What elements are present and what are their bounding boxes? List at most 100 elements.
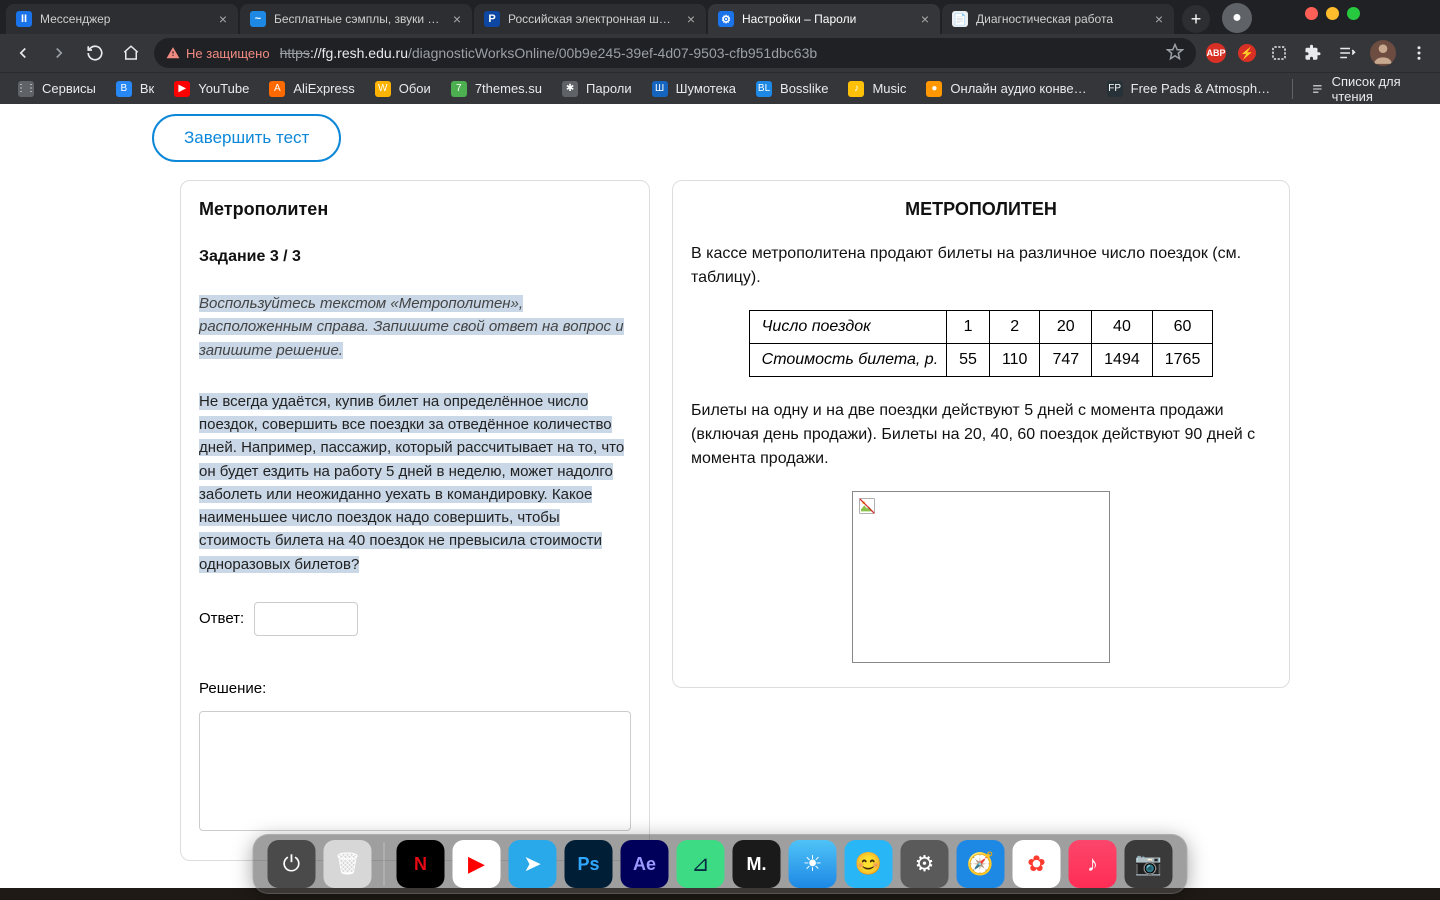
dock-finder-icon[interactable]: 😊	[845, 840, 893, 888]
tab-close-icon[interactable]: ×	[216, 12, 230, 26]
bookmark-favicon: A	[269, 81, 285, 97]
close-window-button[interactable]	[1305, 7, 1318, 20]
bookmark-label: 7themes.su	[475, 81, 542, 96]
maximize-window-button[interactable]	[1347, 7, 1360, 20]
bookmark-label: AliExpress	[293, 81, 354, 96]
solution-label: Решение:	[199, 680, 631, 697]
bookmark-favicon: ●	[926, 81, 942, 97]
reload-button[interactable]	[82, 40, 108, 66]
tab-close-icon[interactable]: ×	[684, 12, 698, 26]
back-button[interactable]	[10, 40, 36, 66]
extensions-puzzle-icon[interactable]	[1302, 42, 1324, 64]
chrome-menu-icon[interactable]	[1408, 42, 1430, 64]
home-button[interactable]	[118, 40, 144, 66]
reference-heading: МЕТРОПОЛИТЕН	[691, 199, 1271, 220]
browser-tab[interactable]: ⚙Настройки – Пароли×	[708, 4, 940, 34]
bookmark-favicon: В	[116, 81, 132, 97]
bookmark-item[interactable]: ВВк	[108, 77, 162, 101]
new-tab-button[interactable]: +	[1182, 5, 1210, 33]
not-secure-label: Не защищено	[186, 46, 270, 61]
dock-safari-icon[interactable]: 🧭	[957, 840, 1005, 888]
dock-telegram-icon[interactable]: ➤	[509, 840, 557, 888]
task-body: Не всегда удаётся, купив билет на опреде…	[199, 390, 631, 576]
bookmark-label: Free Pads & Atmosph…	[1131, 81, 1270, 96]
dock-photoshop-icon[interactable]: Ps	[565, 840, 613, 888]
dock-music-icon[interactable]: ♪	[1069, 840, 1117, 888]
page-scroll[interactable]: Завершить тест Метрополитен Задание 3 / …	[0, 104, 1440, 888]
bookmark-item[interactable]: A AliExpress	[261, 77, 362, 101]
bookmark-item[interactable]: ♪Music	[840, 77, 914, 101]
solution-textarea[interactable]	[199, 711, 631, 831]
tab-favicon: ~	[250, 11, 266, 27]
dock-settings-icon[interactable]: ⚙	[901, 840, 949, 888]
dock-weather-icon[interactable]: ☀	[789, 840, 837, 888]
dock-aftereffects-icon[interactable]: Ae	[621, 840, 669, 888]
browser-tab[interactable]: РРоссийская электронная школа×	[474, 4, 706, 34]
bookmark-favicon: ✱	[562, 81, 578, 97]
reference-note: Билеты на одну и на две поездки действую…	[691, 399, 1271, 471]
bookmark-item[interactable]: 77themes.su	[443, 77, 550, 101]
bookmark-item[interactable]: ШШумотека	[644, 77, 744, 101]
page-content: Завершить тест Метрополитен Задание 3 / …	[0, 104, 1440, 900]
fare-table: Число поездок 1 2 20 40 60 Стоимость бил…	[749, 310, 1214, 377]
browser-tab[interactable]: ~ Бесплатные сэмплы, звуки и лупы ×	[240, 4, 472, 34]
tabstrip-account-button[interactable]: ●	[1222, 3, 1252, 33]
broken-image-placeholder	[852, 491, 1110, 663]
bookmark-label: Обои	[399, 81, 431, 96]
reading-list-button[interactable]: Список для чтения	[1303, 70, 1430, 108]
tab-favicon: 📄	[952, 11, 968, 27]
bookmark-favicon: FP	[1107, 81, 1123, 97]
media-control-icon[interactable]	[1336, 42, 1358, 64]
broken-image-icon	[859, 498, 875, 514]
bookmark-item[interactable]: ▶YouTube	[166, 77, 257, 101]
minimize-window-button[interactable]	[1326, 7, 1339, 20]
url-text: https://fg.resh.edu.ru/diagnosticWorksOn…	[280, 45, 1156, 61]
bookmark-label: Bosslike	[780, 81, 828, 96]
browser-tabstrip: IIМессенджер× ~ Бесплатные сэмплы, звуки и…	[0, 0, 1440, 34]
bookmark-item[interactable]: ⋮⋮Сервисы	[10, 77, 104, 101]
browser-tab[interactable]: IIМессенджер×	[6, 4, 238, 34]
bookmark-label: Music	[872, 81, 906, 96]
bookmark-favicon: W	[375, 81, 391, 97]
red-extension-icon[interactable]: ⚡	[1238, 44, 1256, 62]
bookmark-item[interactable]: ●Онлайн аудио конве…	[918, 77, 1094, 101]
abp-extension-icon[interactable]: ABP	[1206, 43, 1226, 63]
bookmark-favicon: ⋮⋮	[18, 81, 34, 97]
table-row-label: Стоимость билета, р.	[749, 344, 946, 377]
task-title: Метрополитен	[199, 199, 631, 220]
profile-avatar-button[interactable]	[1370, 40, 1396, 66]
bookmark-label: YouTube	[198, 81, 249, 96]
bookmark-item[interactable]: FP Free Pads & Atmosph…	[1099, 77, 1278, 101]
browser-toolbar: Не защищено https://fg.resh.edu.ru/diagn…	[0, 34, 1440, 72]
tab-close-icon[interactable]: ×	[1152, 12, 1166, 26]
dock-trash-icon[interactable]: 🗑	[324, 840, 372, 888]
dock-androidstudio-icon[interactable]: ⊿	[677, 840, 725, 888]
dock-netflix-icon[interactable]: N	[397, 840, 445, 888]
dashed-extension-icon[interactable]	[1268, 42, 1290, 64]
mac-traffic-lights	[1305, 7, 1360, 20]
tab-close-icon[interactable]: ×	[918, 12, 932, 26]
bookmark-item[interactable]: W Обои	[367, 77, 439, 101]
bookmark-favicon: Ш	[652, 81, 668, 97]
not-secure-badge[interactable]: Не защищено	[166, 46, 270, 61]
task-card: Метрополитен Задание 3 / 3 Воспользуйтес…	[180, 180, 650, 861]
task-number: Задание 3 / 3	[199, 248, 631, 266]
tab-title: Бесплатные сэмплы, звуки и лупы	[274, 12, 442, 26]
finish-test-button[interactable]: Завершить тест	[152, 114, 341, 162]
forward-button[interactable]	[46, 40, 72, 66]
macos-dock: ⏻🗑 N▶➤PsAe⊿M.☀😊⚙🧭✿♪📷	[253, 834, 1188, 894]
browser-tab[interactable]: 📄Диагностическая работа×	[942, 4, 1174, 34]
dock-photos-icon[interactable]: ✿	[1013, 840, 1061, 888]
address-bar[interactable]: Не защищено https://fg.resh.edu.ru/diagn…	[154, 38, 1196, 68]
bookmark-item[interactable]: BLBosslike	[748, 77, 836, 101]
tab-favicon: II	[16, 11, 32, 27]
answer-input[interactable]	[254, 602, 358, 636]
bookmark-label: Пароли	[586, 81, 632, 96]
dock-camera-icon[interactable]: 📷	[1125, 840, 1173, 888]
bookmark-star-icon[interactable]	[1166, 43, 1184, 64]
dock-power-icon[interactable]: ⏻	[268, 840, 316, 888]
bookmark-item[interactable]: ✱ Пароли	[554, 77, 640, 101]
tab-close-icon[interactable]: ×	[450, 12, 464, 26]
dock-matlab-icon[interactable]: M.	[733, 840, 781, 888]
dock-youtube-icon[interactable]: ▶	[453, 840, 501, 888]
